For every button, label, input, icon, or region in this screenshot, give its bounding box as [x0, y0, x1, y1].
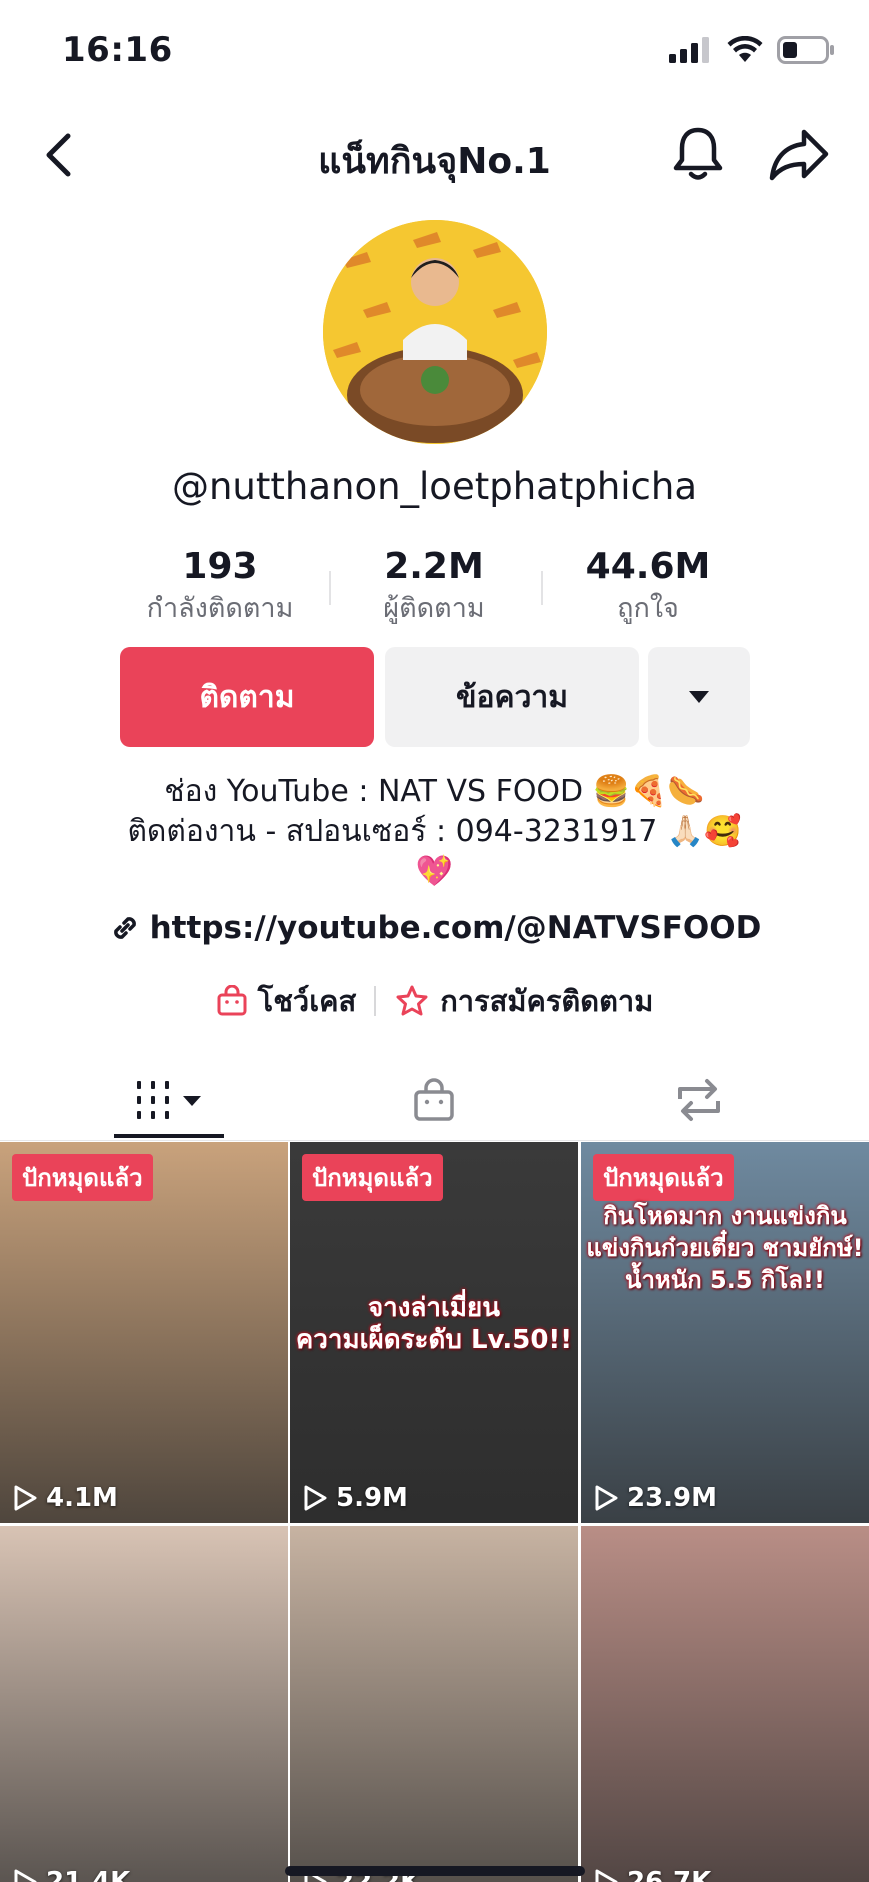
wifi-icon [727, 36, 763, 62]
video-caption-line: ความเผ็ดระดับ Lv.50!! [295, 1325, 573, 1355]
shopping-bag-icon [217, 985, 247, 1016]
bio-line: ช่อง YouTube : NAT VS FOOD 🍔🍕🌭 [164, 774, 705, 809]
more-options-button[interactable] [648, 647, 750, 747]
tab-shop[interactable] [349, 1060, 519, 1140]
followers-stat[interactable]: 2.2M ผู้ติดตาม [334, 545, 534, 629]
profile-header: แน็ทกินจุNo.1 [0, 110, 869, 200]
bell-icon [673, 127, 723, 180]
video-tile[interactable]: 22.2K [290, 1526, 578, 1882]
bio-line: ติดต่องาน - สปอนเซอร์ : 094-3231917 🙏🏻🥰 [127, 814, 742, 849]
subscription-label: การสมัครติดตาม [440, 984, 654, 1018]
tab-videos[interactable] [85, 1060, 255, 1140]
video-caption-line: แข่งกินก๋วยเตี๋ยว ชามยักษ์! [586, 1234, 864, 1262]
profile-actions: ติดตาม ข้อความ [0, 647, 869, 747]
message-button[interactable]: ข้อความ [385, 647, 639, 747]
following-label: กำลังติดตาม [146, 593, 294, 624]
extras-divider [374, 986, 377, 1016]
stat-divider [541, 571, 543, 605]
play-icon [304, 1485, 327, 1511]
view-count: 4.1M [12, 1483, 118, 1513]
status-time: 16:16 [62, 30, 173, 70]
tabs-divider [0, 1140, 869, 1141]
tab-indicator [114, 1134, 224, 1138]
tab-reposts[interactable] [614, 1060, 784, 1140]
following-stat[interactable]: 193 กำลังติดตาม [120, 545, 320, 629]
status-bar: 16:16 [0, 0, 869, 110]
star-icon [396, 985, 428, 1016]
view-count-text: 26.7K [627, 1867, 712, 1882]
showcase-label: โชว์เคส [257, 984, 357, 1018]
repost-icon [678, 1079, 720, 1121]
profile-username: @nutthanon_loetphatphicha [171, 465, 698, 508]
video-caption-line: น้ำหนัก 5.5 กิโล!! [625, 1266, 825, 1294]
play-icon [595, 1869, 618, 1882]
share-arrow-icon [769, 129, 829, 181]
pinned-badge: ปักหมุดแล้ว [593, 1154, 734, 1201]
profile-extras: โชว์เคส การสมัครติดตาม [0, 978, 869, 1024]
play-icon [14, 1869, 37, 1882]
follow-button[interactable]: ติดตาม [120, 647, 374, 747]
likes-label: ถูกใจ [617, 593, 679, 624]
following-count: 193 [182, 546, 258, 587]
view-count-text: 21.4K [46, 1867, 131, 1882]
stat-divider [329, 571, 331, 605]
pinned-badge: ปักหมุดแล้ว [12, 1154, 153, 1201]
view-count-text: 4.1M [46, 1483, 118, 1513]
view-count: 26.7K [593, 1867, 711, 1882]
video-caption: กินโหดมาก งานแข่งกิน แข่งกินก๋วยเตี๋ยว ช… [581, 1200, 869, 1296]
video-tile[interactable]: ปักหมุดแล้ว จางล่าเมี่ยน ความเผ็ดระดับ L… [290, 1142, 578, 1523]
home-indicator[interactable] [285, 1866, 585, 1876]
video-tile[interactable]: ปักหมุดแล้ว 4.1M [0, 1142, 288, 1523]
content-tabs [0, 1060, 869, 1140]
status-icons [669, 36, 835, 64]
play-icon [595, 1485, 618, 1511]
play-icon [14, 1485, 37, 1511]
pinned-badge: ปักหมุดแล้ว [302, 1154, 443, 1201]
view-count-text: 5.9M [336, 1483, 408, 1513]
battery-icon [777, 36, 834, 64]
followers-label: ผู้ติดตาม [383, 593, 485, 624]
shopping-bag-icon [414, 1078, 454, 1121]
likes-count: 44.6M [585, 546, 711, 587]
profile-bio: ช่อง YouTube : NAT VS FOOD 🍔🍕🌭 ติดต่องาน… [0, 772, 869, 892]
avatar-image [323, 220, 547, 444]
bio-line: 💖 [415, 854, 454, 889]
likes-stat[interactable]: 44.6M ถูกใจ [548, 545, 748, 629]
notifications-button[interactable] [670, 124, 726, 184]
video-grid-icon [137, 1081, 201, 1119]
profile-stats: 193 กำลังติดตาม 2.2M ผู้ติดตาม 44.6M ถูก… [0, 545, 869, 630]
video-caption-line: กินโหดมาก งานแข่งกิน [603, 1202, 847, 1230]
bio-link-text: https://youtube.com/@NATVSFOOD [149, 910, 762, 946]
caret-down-icon [689, 691, 709, 703]
showcase-link[interactable]: โชว์เคส [216, 978, 357, 1024]
subscription-link[interactable]: การสมัครติดตาม [394, 978, 653, 1024]
share-button[interactable] [768, 126, 830, 184]
video-tile[interactable]: ปักหมุดแล้ว กินโหดมาก งานแข่งกิน แข่งกิน… [581, 1142, 869, 1523]
video-caption-line: จางล่าเมี่ยน [367, 1293, 501, 1323]
followers-count: 2.2M [384, 546, 484, 587]
view-count: 23.9M [593, 1483, 717, 1513]
view-count-text: 23.9M [627, 1483, 718, 1513]
view-count: 21.4K [12, 1867, 130, 1882]
video-tile[interactable]: 26.7K [581, 1526, 869, 1882]
link-icon [113, 917, 136, 939]
cellular-signal-icon [669, 37, 709, 63]
video-caption: จางล่าเมี่ยน ความเผ็ดระดับ Lv.50!! [290, 1292, 578, 1356]
view-count: 5.9M [302, 1483, 408, 1513]
video-tile[interactable]: 21.4K [0, 1526, 288, 1882]
avatar[interactable] [323, 220, 547, 444]
page-title: แน็ทกินจุNo.1 [318, 141, 551, 182]
bio-link[interactable]: https://youtube.com/@NATVSFOOD [0, 910, 869, 946]
